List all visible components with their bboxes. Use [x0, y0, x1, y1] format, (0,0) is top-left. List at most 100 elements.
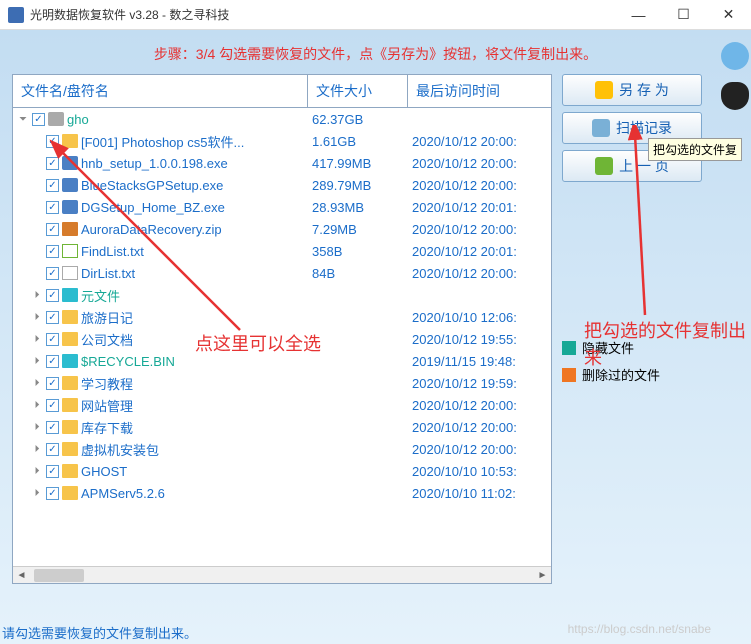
globe-icon[interactable]	[721, 42, 749, 70]
expander-icon[interactable]: ⏵	[31, 290, 43, 301]
grid-header: 文件名/盘符名 文件大小 最后访问时间	[13, 75, 551, 108]
expander-icon[interactable]: ⏷	[17, 114, 29, 125]
expander-icon[interactable]: ⏵	[31, 488, 43, 499]
footer-hint: 请勾选需要恢复的文件复制出来。	[2, 623, 197, 642]
file-name: AuroraDataRecovery.zip	[81, 222, 222, 237]
checkbox[interactable]	[46, 399, 59, 412]
file-name: 元文件	[81, 286, 120, 305]
grid-body[interactable]: ⏷ gho 62.37GB [F001] Photoshop cs5软件...1.61…	[13, 108, 551, 566]
desktop-edge-icons	[721, 42, 749, 110]
table-row[interactable]: DirList.txt84B2020/10/12 20:00:	[13, 262, 551, 284]
table-row[interactable]: hnb_setup_1.0.0.198.exe417.99MB2020/10/1…	[13, 152, 551, 174]
tooltip: 把勾选的文件复	[648, 138, 742, 161]
table-row[interactable]: ⏵GHOST2020/10/10 10:53:	[13, 460, 551, 482]
table-row[interactable]: ⏵学习教程2020/10/12 19:59:	[13, 372, 551, 394]
checkbox[interactable]	[46, 289, 59, 302]
scrollbar-horizontal[interactable]: ◄ ►	[13, 566, 551, 583]
checkbox[interactable]	[46, 311, 59, 324]
checkbox[interactable]	[46, 443, 59, 456]
drive-icon	[48, 112, 64, 126]
checkbox[interactable]	[46, 267, 59, 280]
checkbox[interactable]	[46, 487, 59, 500]
checkbox[interactable]	[46, 201, 59, 214]
checkbox[interactable]	[46, 179, 59, 192]
table-row[interactable]: [F001] Photoshop cs5软件...1.61GB2020/10/1…	[13, 130, 551, 152]
checkbox[interactable]	[46, 223, 59, 236]
file-size: 417.99MB	[308, 156, 408, 171]
table-row[interactable]: AuroraDataRecovery.zip7.29MB2020/10/12 2…	[13, 218, 551, 240]
checkbox[interactable]	[46, 355, 59, 368]
file-name: BlueStacksGPSetup.exe	[81, 178, 223, 193]
record-icon	[592, 119, 610, 137]
file-size: 1.61GB	[308, 134, 408, 149]
expander-icon[interactable]: ⏵	[31, 444, 43, 455]
checkbox[interactable]	[46, 465, 59, 478]
scroll-thumb[interactable]	[34, 569, 84, 582]
checkbox[interactable]	[46, 377, 59, 390]
table-row[interactable]: ⏵APMServ5.2.62020/10/10 11:02:	[13, 482, 551, 504]
file-time: 2020/10/12 20:00:	[408, 442, 547, 457]
file-size: 62.37GB	[308, 112, 408, 127]
table-row[interactable]: DGSetup_Home_BZ.exe 28.93MB2020/10/12 20:…	[13, 196, 551, 218]
file-name: DGSetup_Home_BZ.exe	[81, 200, 225, 215]
save-as-button[interactable]: 另 存 为	[562, 74, 702, 106]
file-time: 2020/10/12 20:00:	[408, 398, 547, 413]
checkbox[interactable]	[46, 135, 59, 148]
txt-icon	[62, 266, 78, 280]
scroll-left-icon[interactable]: ◄	[13, 567, 30, 584]
qq-icon[interactable]	[721, 82, 749, 110]
col-time[interactable]: 最后访问时间	[408, 75, 551, 107]
table-row[interactable]: ⏵网站管理2020/10/12 20:00:	[13, 394, 551, 416]
legend-hidden-icon	[562, 341, 576, 355]
checkbox[interactable]	[46, 421, 59, 434]
file-time: 2020/10/12 20:01:	[408, 200, 547, 215]
file-name: $RECYCLE.BIN	[81, 354, 175, 369]
maximize-button[interactable]: ☐	[661, 0, 706, 30]
expander-icon[interactable]: ⏵	[31, 378, 43, 389]
expander-icon[interactable]: ⏵	[31, 400, 43, 411]
table-row[interactable]: ⏵旅游日记2020/10/10 12:06:	[13, 306, 551, 328]
expander-icon[interactable]: ⏵	[31, 422, 43, 433]
file-time: 2020/10/12 20:00:	[408, 134, 547, 149]
folder-icon	[62, 464, 78, 478]
checkbox[interactable]	[46, 245, 59, 258]
exe-icon	[62, 178, 78, 192]
file-time: 2020/10/10 11:02:	[408, 486, 547, 501]
table-row[interactable]: ⏵公司文档2020/10/12 19:55:	[13, 328, 551, 350]
file-time: 2020/10/12 19:55:	[408, 332, 547, 347]
checkbox[interactable]	[46, 157, 59, 170]
expander-icon[interactable]: ⏵	[31, 466, 43, 477]
table-row[interactable]: BlueStacksGPSetup.exe289.79MB2020/10/12 …	[13, 174, 551, 196]
file-time: 2020/10/12 20:01:	[408, 244, 547, 259]
minimize-button[interactable]: —	[616, 0, 661, 30]
folder-icon	[62, 310, 78, 324]
checkbox[interactable]	[32, 113, 45, 126]
exe-icon	[62, 200, 78, 214]
table-row[interactable]: ⏵库存下载2020/10/12 20:00:	[13, 416, 551, 438]
content-area: 步骤：3/4 勾选需要恢复的文件，点《另存为》按钮，将文件复制出来。 文件名/盘…	[0, 30, 751, 644]
expander-icon[interactable]: ⏵	[31, 312, 43, 323]
table-row[interactable]: ⏵ 元文件	[13, 284, 551, 306]
scroll-right-icon[interactable]: ►	[534, 567, 551, 584]
table-row[interactable]: ⏵$RECYCLE.BIN2019/11/15 19:48:	[13, 350, 551, 372]
file-name: gho	[67, 112, 89, 127]
folder-t-icon	[62, 288, 78, 302]
table-row[interactable]: FindList.txt358B2020/10/12 20:01:	[13, 240, 551, 262]
folder-icon	[62, 332, 78, 346]
file-name: FindList.txt	[81, 244, 144, 259]
table-row[interactable]: ⏷ gho 62.37GB	[13, 108, 551, 130]
col-size[interactable]: 文件大小	[308, 75, 408, 107]
expander-icon[interactable]: ⏵	[31, 356, 43, 367]
legend-deleted-label: 删除过的文件	[582, 365, 660, 384]
folder-icon	[62, 134, 78, 148]
col-name[interactable]: 文件名/盘符名	[13, 75, 308, 107]
watermark: https://blog.csdn.net/snabe	[568, 622, 711, 636]
close-button[interactable]: ✕	[706, 0, 751, 30]
zip-icon	[62, 222, 78, 236]
file-list-panel: 文件名/盘符名 文件大小 最后访问时间 ⏷ gho 62.37GB [F001] Ph…	[12, 74, 552, 584]
checkbox[interactable]	[46, 333, 59, 346]
folder-icon	[62, 442, 78, 456]
expander-icon[interactable]: ⏵	[31, 334, 43, 345]
file-size: 28.93MB	[308, 200, 408, 215]
table-row[interactable]: ⏵虚拟机安装包2020/10/12 20:00:	[13, 438, 551, 460]
